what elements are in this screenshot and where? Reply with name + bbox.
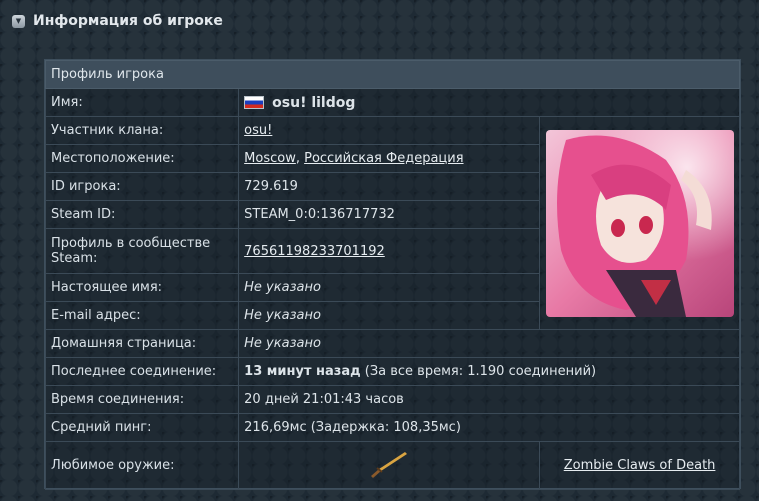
profile-heading: Профиль игрока [45, 60, 740, 89]
weapon-link[interactable]: Zombie Claws of Death [564, 458, 716, 473]
table-row: Имя: osu! lildog [44, 88, 740, 117]
steam-id-label: Steam ID: [44, 200, 240, 229]
last-connection-total: (За все время: 1.190 соединений) [360, 364, 597, 379]
section-title: Информация об игроке [33, 13, 223, 29]
email-label: E-mail адрес: [44, 301, 240, 330]
last-connection-label: Последнее соединение: [44, 357, 240, 386]
player-id-label: ID игрока: [44, 172, 240, 201]
collapse-icon[interactable]: ▼ [12, 14, 25, 28]
table-row: Время соединения: 20 дней 21:01:43 часов [44, 385, 740, 414]
steam-profile-label: Профиль в сообществе Steam: [44, 228, 240, 274]
location-separator: , [295, 151, 305, 166]
table-row: Последнее соединение: 13 минут назад (За… [44, 357, 740, 386]
knife-icon [371, 451, 408, 478]
section-header: ▼ Информация об игроке [12, 11, 223, 31]
location-city-link[interactable]: Moscow [244, 151, 296, 166]
avatar-cell [539, 116, 740, 330]
weapon-label: Любимое оружие: [44, 441, 240, 490]
table-row: Участник клана: osu! [44, 116, 740, 330]
ping-label: Средний пинг: [44, 413, 240, 442]
ping-value: 216,69мс (Задержка: 108,35мс) [238, 413, 740, 442]
profile-table: Профиль игрока Имя: osu! lildog Участник… [44, 60, 740, 490]
player-name: osu! lildog [272, 94, 356, 111]
steam-id-value: STEAM_0:0:136717732 [238, 200, 541, 229]
homepage-label: Домашняя страница: [44, 329, 240, 358]
real-name-label: Настоящее имя: [44, 273, 240, 302]
steam-profile-link[interactable]: 76561198233701192 [244, 244, 385, 259]
real-name-value: Не указано [238, 273, 541, 302]
location-country-link[interactable]: Российская Федерация [304, 151, 463, 166]
connection-time-label: Время соединения: [44, 385, 240, 414]
email-value: Не указано [238, 301, 541, 330]
player-id-value: 729.619 [238, 172, 541, 201]
table-row: Средний пинг: 216,69мс (Задержка: 108,35… [44, 413, 740, 442]
avatar [545, 129, 734, 317]
name-label: Имя: [44, 88, 240, 117]
clan-link[interactable]: osu! [244, 123, 272, 138]
table-row: Домашняя страница: Не указано [44, 329, 740, 358]
player-profile-panel: Профиль игрока Имя: osu! lildog Участник… [44, 59, 741, 490]
location-label: Местоположение: [44, 144, 240, 173]
profile-heading-row: Профиль игрока [45, 60, 740, 89]
connection-time-value: 20 дней 21:01:43 часов [238, 385, 740, 414]
russia-flag-icon [244, 96, 265, 109]
homepage-value: Не указано [238, 329, 740, 358]
table-row: Любимое оружие: Zombie Claws of Death [44, 441, 740, 490]
clan-label: Участник клана: [44, 116, 240, 145]
last-connection-value: 13 минут назад [244, 364, 361, 379]
